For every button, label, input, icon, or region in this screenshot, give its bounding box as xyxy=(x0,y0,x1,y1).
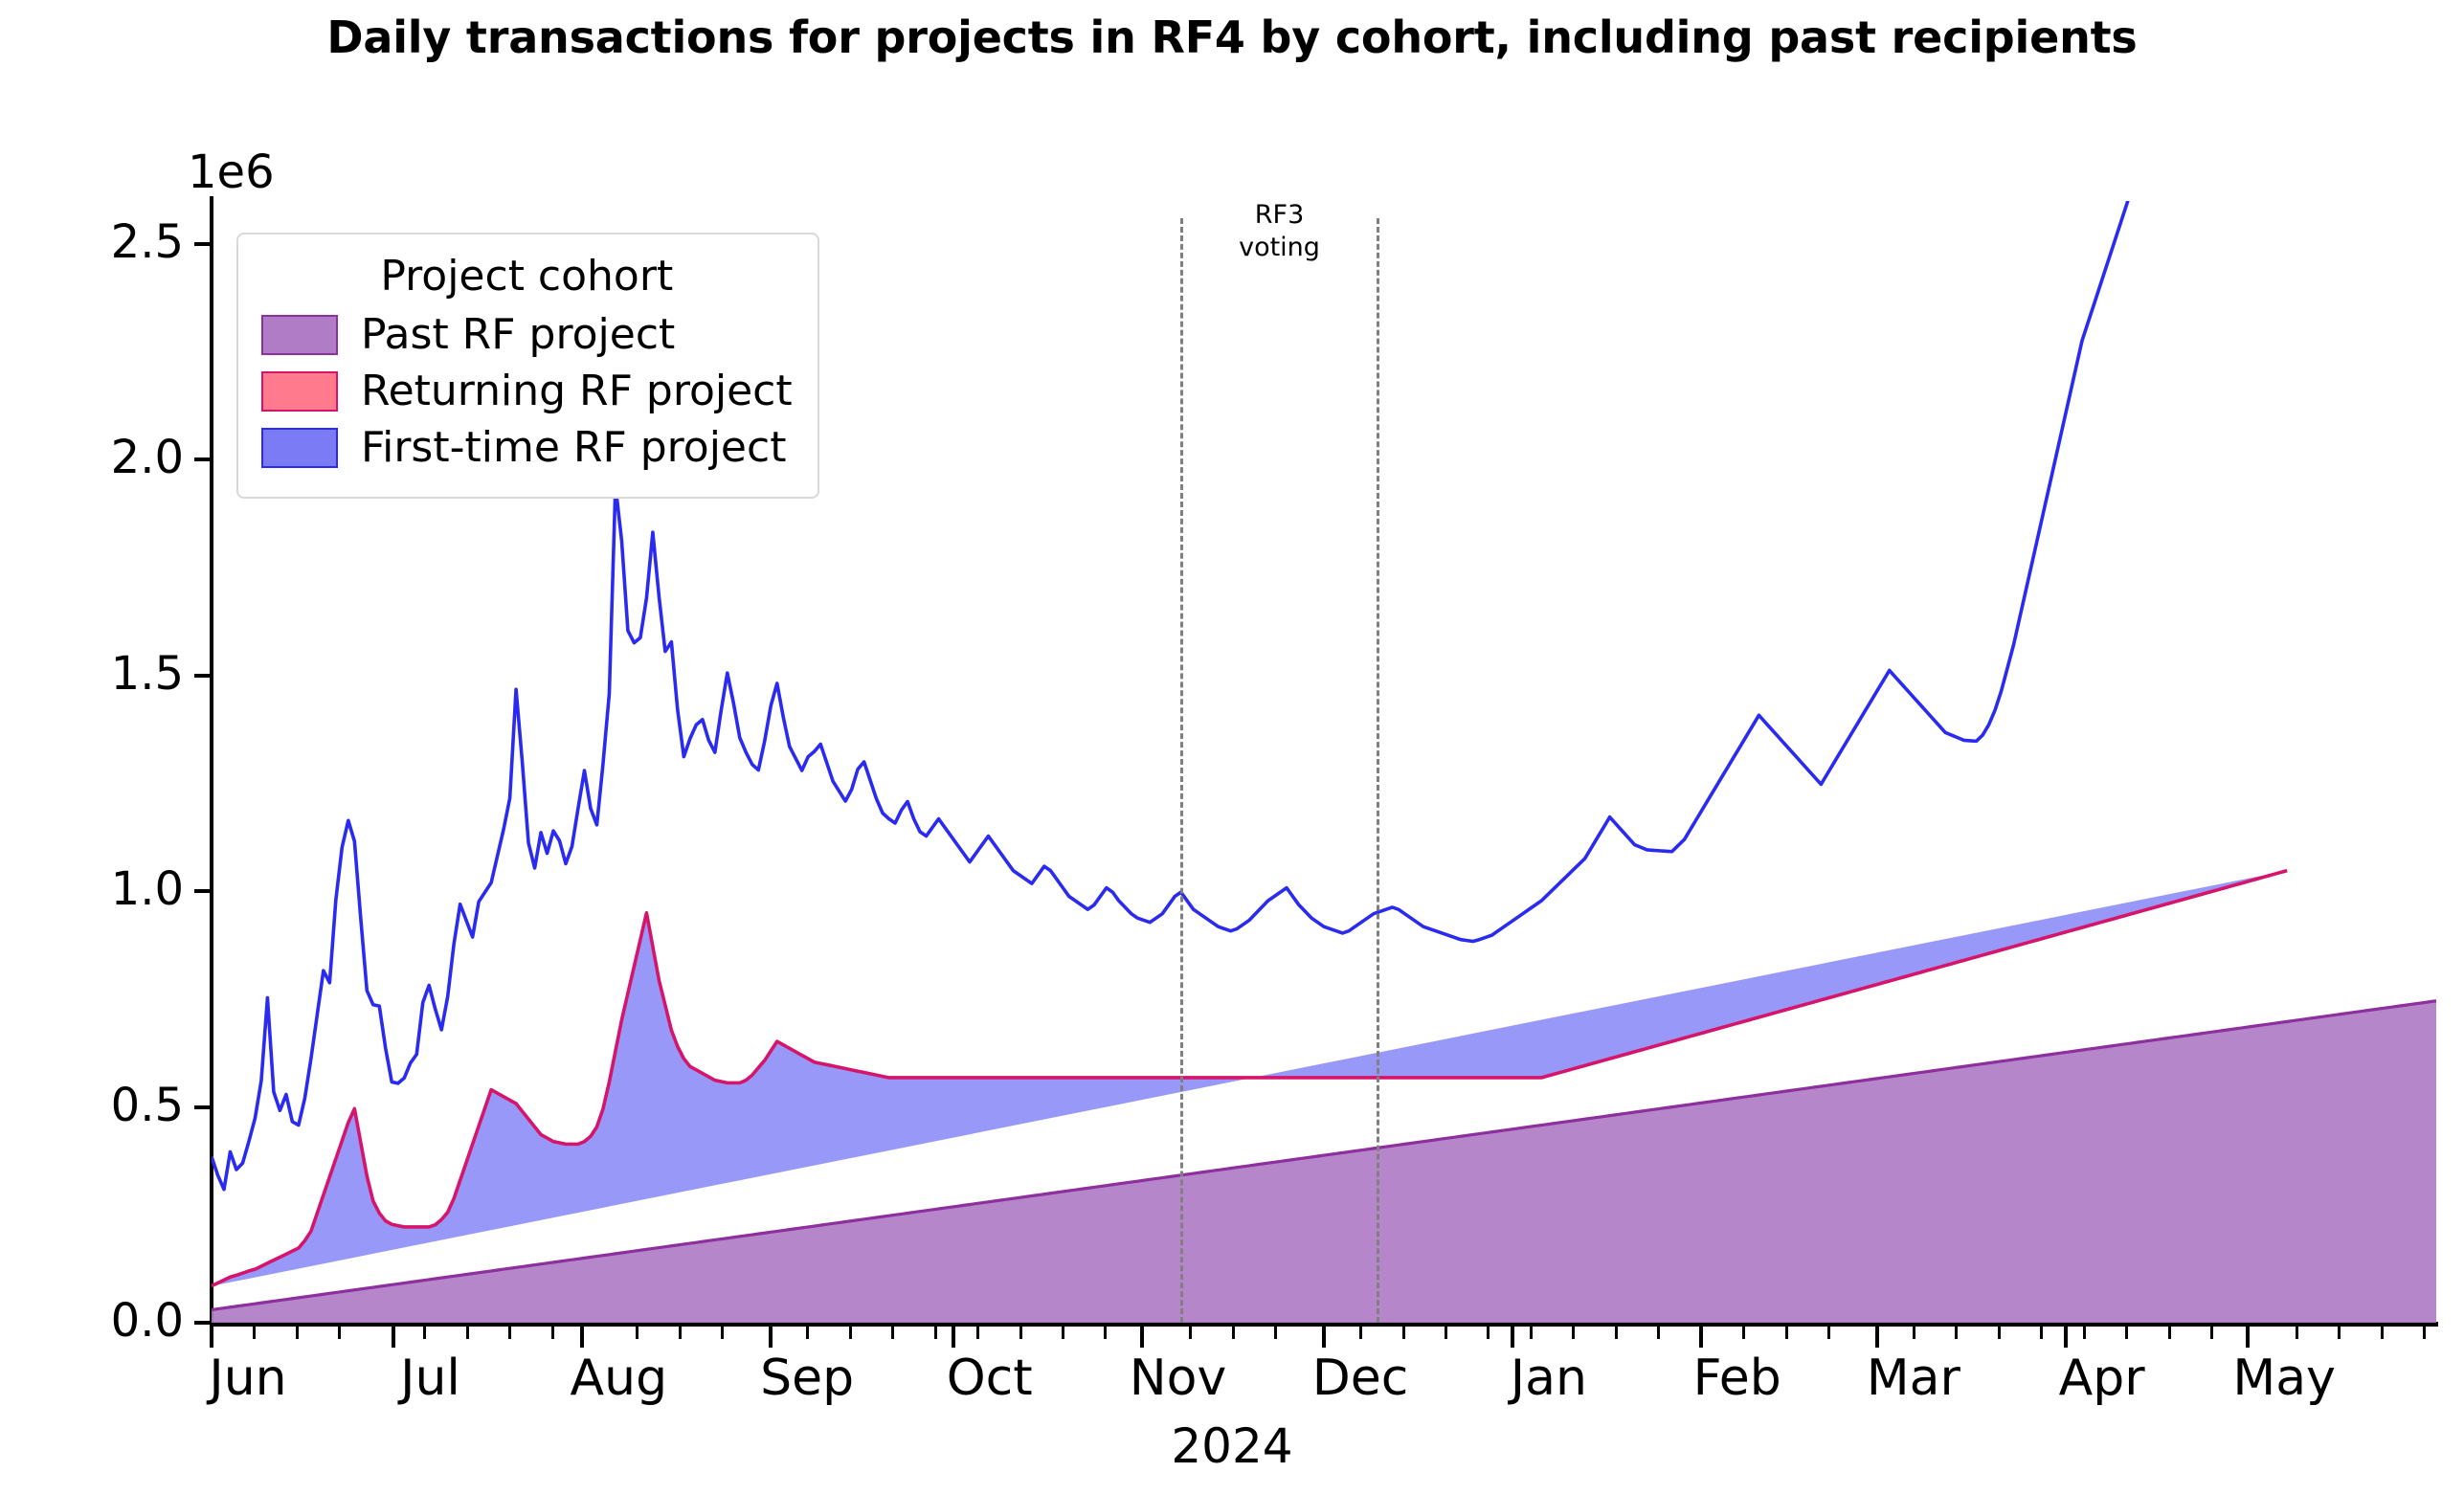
x-axis-tick-minor xyxy=(1827,1327,1831,1339)
page-title: Daily transactions for projects in RF4 b… xyxy=(326,11,2138,63)
x-axis-tick-minor xyxy=(295,1327,299,1339)
x-axis-tick-minor xyxy=(2380,1327,2384,1339)
x-axis-tick-minor xyxy=(2423,1327,2427,1339)
x-axis-tick-minor xyxy=(1401,1327,1405,1339)
x-axis-tick-minor xyxy=(1784,1327,1788,1339)
x-axis-tick-label: Sep xyxy=(760,1350,855,1407)
x-axis-tick-label: Dec xyxy=(1311,1350,1409,1407)
x-axis-tick-minor xyxy=(1274,1327,1278,1339)
chart-figure: Daily transactions for projects in RF4 b… xyxy=(0,0,2464,1495)
x-axis-tick-minor xyxy=(1912,1327,1915,1339)
legend-entry[interactable]: Past RF project xyxy=(261,310,793,359)
x-axis-tick-major xyxy=(1510,1327,1514,1348)
x-axis-tick-minor xyxy=(1019,1327,1022,1339)
x-axis-tick-major xyxy=(1698,1327,1703,1348)
x-axis-tick-major xyxy=(392,1327,396,1348)
x-axis-tick-minor xyxy=(1189,1327,1193,1339)
legend-entry-label: First-time RF project xyxy=(361,423,787,472)
legend: Project cohort Past RF project Returning … xyxy=(236,233,819,499)
y-axis-tick xyxy=(194,889,212,894)
x-axis-tick-label: Feb xyxy=(1692,1350,1781,1407)
y-axis-tick-label: 2.5 xyxy=(110,215,184,270)
x-axis-tick-minor xyxy=(423,1327,427,1339)
x-axis-tick-minor xyxy=(1487,1327,1490,1339)
y-axis-tick xyxy=(194,1105,212,1109)
x-axis-tick-label: Jan xyxy=(1510,1350,1587,1407)
x-axis-tick-major xyxy=(1139,1327,1144,1348)
x-axis-tick-major xyxy=(2063,1327,2068,1348)
x-axis-tick-minor xyxy=(721,1327,725,1339)
x-axis-tick-label: Aug xyxy=(570,1350,668,1407)
x-axis-tick-minor xyxy=(678,1327,682,1339)
x-axis-tick-minor xyxy=(2167,1327,2171,1339)
x-axis-tick-minor xyxy=(2210,1327,2214,1339)
x-axis-tick-major xyxy=(951,1327,955,1348)
x-axis-tick-minor xyxy=(1231,1327,1235,1339)
x-axis-tick-minor xyxy=(1955,1327,1959,1339)
legend-entries: Past RF project Returning RF project First… xyxy=(261,310,793,472)
x-axis-tick-minor xyxy=(933,1327,937,1339)
x-axis-tick-minor xyxy=(636,1327,639,1339)
x-axis-tick-label: Jul xyxy=(400,1350,460,1407)
x-axis-tick-minor xyxy=(1742,1327,1746,1339)
x-axis-tick-minor xyxy=(1572,1327,1576,1339)
legend-entry[interactable]: Returning RF project xyxy=(261,367,793,415)
x-axis-tick-minor xyxy=(1997,1327,2001,1339)
x-axis-tick-major xyxy=(1874,1327,1879,1348)
legend-swatch-icon xyxy=(261,370,338,412)
x-axis-tick-minor xyxy=(2082,1327,2086,1339)
x-axis-tick-label: Jun xyxy=(209,1350,287,1407)
x-axis-tick-minor xyxy=(806,1327,810,1339)
x-axis-tick-minor xyxy=(465,1327,469,1339)
y-axis-offset-label: 1e6 xyxy=(188,145,275,199)
y-axis-tick-label: 2.0 xyxy=(110,431,184,485)
x-axis-tick-major xyxy=(2246,1327,2251,1348)
y-axis-tick-label: 1.5 xyxy=(110,646,184,701)
x-axis-tick-minor xyxy=(2125,1327,2129,1339)
x-axis-tick-minor xyxy=(848,1327,852,1339)
y-axis-tick xyxy=(194,1321,212,1325)
x-axis-tick-major xyxy=(769,1327,773,1348)
x-axis-tick-minor xyxy=(891,1327,895,1339)
legend-entry[interactable]: First-time RF project xyxy=(261,423,793,472)
y-axis-tick-label: 0.5 xyxy=(110,1078,184,1132)
x-axis-tick-minor xyxy=(976,1327,980,1339)
annotation-vline xyxy=(1180,218,1184,1323)
y-axis-tick-label: 1.0 xyxy=(110,862,184,917)
annotation-vline xyxy=(1376,218,1379,1323)
x-axis-tick-label: Nov xyxy=(1129,1350,1227,1407)
x-axis-tick-label: May xyxy=(2232,1350,2336,1407)
y-axis-tick xyxy=(194,673,212,678)
legend-swatch-icon xyxy=(261,314,338,355)
x-axis-tick-label: Apr xyxy=(2058,1350,2145,1407)
legend-entry-label: Past RF project xyxy=(361,310,676,359)
x-axis-tick-major xyxy=(580,1327,585,1348)
x-axis-tick-minor xyxy=(1444,1327,1447,1339)
x-axis-tick-minor xyxy=(338,1327,342,1339)
y-axis-tick-label: 0.0 xyxy=(110,1294,184,1348)
x-axis-title: 2024 xyxy=(1171,1418,1293,1474)
x-axis-tick-minor xyxy=(550,1327,554,1339)
y-axis-tick xyxy=(194,457,212,462)
x-axis-tick-label: Mar xyxy=(1866,1350,1960,1407)
x-axis-tick-minor xyxy=(1657,1327,1661,1339)
x-axis-tick-label: Oct xyxy=(946,1350,1033,1407)
x-axis-tick-minor xyxy=(508,1327,512,1339)
x-axis-tick-minor xyxy=(1061,1327,1064,1339)
x-axis-tick-minor xyxy=(1104,1327,1108,1339)
x-axis-tick-minor xyxy=(1359,1327,1363,1339)
x-axis-tick-major xyxy=(210,1327,213,1348)
x-axis-tick-minor xyxy=(2338,1327,2341,1339)
legend-title: Project cohort xyxy=(380,252,674,301)
x-axis-tick-major xyxy=(1322,1327,1326,1348)
x-axis-tick-minor xyxy=(1529,1327,1533,1339)
x-axis-tick-minor xyxy=(253,1327,257,1339)
x-axis-tick-minor xyxy=(2295,1327,2298,1339)
annotation-label: RF3 voting xyxy=(1239,200,1320,262)
legend-swatch-icon xyxy=(261,427,338,468)
y-axis-tick xyxy=(194,242,212,247)
x-axis-tick-minor xyxy=(1614,1327,1618,1339)
x-axis-tick-minor xyxy=(2040,1327,2044,1339)
legend-entry-label: Returning RF project xyxy=(361,367,793,415)
